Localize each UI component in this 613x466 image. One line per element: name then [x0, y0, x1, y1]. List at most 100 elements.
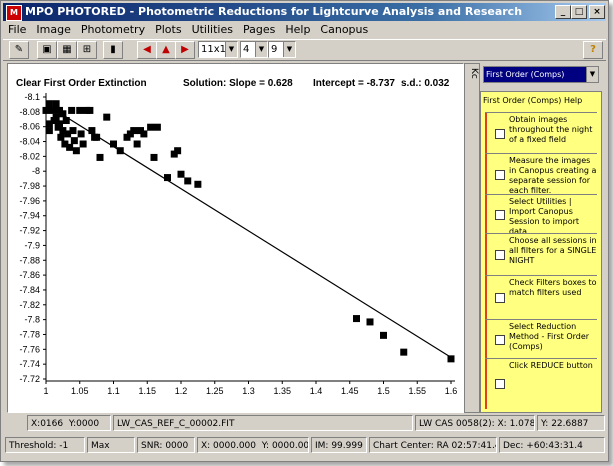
y-tick-label: -7.84: [19, 285, 40, 295]
side-tab[interactable]: Kc: [464, 63, 480, 413]
data-point: [42, 106, 50, 114]
data-point: [400, 348, 408, 356]
data-point: [49, 106, 57, 114]
help-step: Check Filters boxes to match filters use…: [485, 275, 597, 320]
maximize-button[interactable]: □: [571, 5, 587, 19]
y-tick-label: -7.74: [19, 359, 40, 369]
data-point: [153, 123, 161, 131]
data-point: [140, 130, 148, 138]
step-marker: [485, 359, 487, 409]
minimize-button[interactable]: _: [555, 5, 571, 19]
step-text: Click REDUCE button: [509, 361, 593, 370]
help-step: Obtain images throughout the night of a …: [485, 112, 597, 154]
data-point: [96, 153, 104, 161]
step-checkbox[interactable]: [495, 293, 505, 303]
step-marker: [485, 195, 487, 234]
status-im: IM: 99.999: [311, 437, 367, 453]
step-checkbox[interactable]: [495, 209, 505, 220]
step-checkbox[interactable]: [495, 128, 505, 139]
menu-photometry[interactable]: Photometry: [76, 22, 150, 38]
y-tick-label: -8.06: [19, 122, 40, 132]
data-point: [57, 133, 65, 141]
value2-value: 4: [243, 44, 250, 55]
step-checkbox[interactable]: [495, 379, 505, 389]
data-point: [130, 127, 138, 135]
step-checkbox[interactable]: [495, 169, 505, 180]
value3-select[interactable]: 9 ▼: [268, 41, 296, 58]
status-x2: X: 0000.000: [201, 441, 257, 451]
y-tick-label: -8.02: [19, 151, 40, 161]
menu-plots[interactable]: Plots: [150, 22, 186, 38]
window-title: MPO PHOTORED - Photometric Reductions fo…: [25, 5, 523, 18]
help-step: Measure the images in Canopus creating a…: [485, 153, 597, 195]
data-point: [69, 127, 77, 135]
data-point: [52, 100, 60, 108]
data-point: [72, 147, 80, 155]
y-tick-label: -7.8: [24, 315, 40, 325]
y-tick-label: -8.08: [19, 107, 40, 117]
step-marker: [485, 234, 487, 276]
value3-value: 9: [271, 44, 278, 55]
menu-pages[interactable]: Pages: [238, 22, 280, 38]
app-icon: M: [6, 5, 22, 21]
step-checkbox[interactable]: [495, 334, 505, 345]
y-tick-label: -7.82: [19, 300, 40, 310]
status-y2: Y: 0000.000: [261, 441, 309, 451]
data-point: [79, 140, 87, 148]
x-tick-label: 1: [43, 386, 48, 396]
data-point: [45, 100, 53, 108]
chevron-down-icon: ▼: [586, 67, 598, 82]
status-center: Chart Center: RA 02:57:41.43: [369, 437, 497, 453]
data-point: [70, 137, 78, 145]
close-button[interactable]: ×: [589, 5, 605, 19]
arrow-up-icon[interactable]: ▲: [156, 41, 176, 59]
data-point: [56, 120, 63, 128]
status-xy2: X: 0000.000 Y: 0000.000: [197, 437, 309, 453]
y-tick-label: -7.86: [19, 270, 40, 280]
chart-icon[interactable]: ⊞: [77, 41, 97, 59]
arrow-right-icon[interactable]: ▶: [175, 41, 195, 59]
y-tick-label: -8.1: [24, 92, 40, 102]
status-bar-bottom: Threshold: -1 Max SNR: 0000 X: 0000.000 …: [3, 436, 606, 456]
step-marker: [485, 154, 487, 195]
step-marker: [485, 320, 487, 359]
extinction-chart: Clear First Order Extinction Solution: S…: [16, 78, 457, 396]
x-tick-label: 1.2: [175, 386, 188, 396]
menu-file[interactable]: File: [3, 22, 31, 38]
help-icon[interactable]: ?: [583, 41, 603, 59]
value2-select[interactable]: 4 ▼: [240, 41, 268, 58]
data-point: [184, 177, 192, 185]
y-tick-label: -8: [32, 166, 40, 176]
x-tick-label: 1.25: [206, 386, 224, 396]
data-point: [77, 130, 85, 138]
status-xy: X:0166 Y:0000: [27, 415, 111, 431]
step-checkbox[interactable]: [495, 250, 505, 260]
x-tick-label: 1.05: [71, 386, 89, 396]
help-step: Select Reduction Method - First Order (C…: [485, 319, 597, 359]
menu-image[interactable]: Image: [31, 22, 75, 38]
grid-icon[interactable]: ▦: [57, 41, 77, 59]
step-text: Check Filters boxes to match filters use…: [509, 278, 597, 297]
box-size-select[interactable]: 11x11 ▼: [198, 41, 238, 58]
data-point: [66, 143, 74, 151]
data-point: [174, 147, 182, 155]
data-point: [366, 318, 374, 326]
wrench-icon[interactable]: ✎: [9, 41, 29, 59]
x-tick-label: 1.4: [310, 386, 323, 396]
arrow-left-icon[interactable]: ◀: [137, 41, 157, 59]
menu-utilities[interactable]: Utilities: [187, 22, 238, 38]
method-select[interactable]: First Order (Comps) ▼: [483, 66, 599, 83]
status-dec: Dec: +60:43:31.4: [499, 437, 605, 453]
data-point: [177, 170, 185, 178]
image-icon[interactable]: ▣: [37, 41, 57, 59]
status-target-y: Y: 22.6887: [537, 415, 605, 431]
x-tick-label: 1.15: [138, 386, 156, 396]
data-point: [164, 174, 171, 182]
book-icon[interactable]: ▮: [103, 41, 123, 59]
help-pane: First Order (Comps) Help Obtain images t…: [480, 91, 602, 413]
menu-canopus[interactable]: Canopus: [315, 22, 373, 38]
step-text: Measure the images in Canopus creating a…: [509, 156, 597, 195]
status-target: LW CAS 0058(2): X: 1.0786: [415, 415, 535, 431]
menu-help[interactable]: Help: [280, 22, 315, 38]
x-tick-label: 1.3: [242, 386, 255, 396]
